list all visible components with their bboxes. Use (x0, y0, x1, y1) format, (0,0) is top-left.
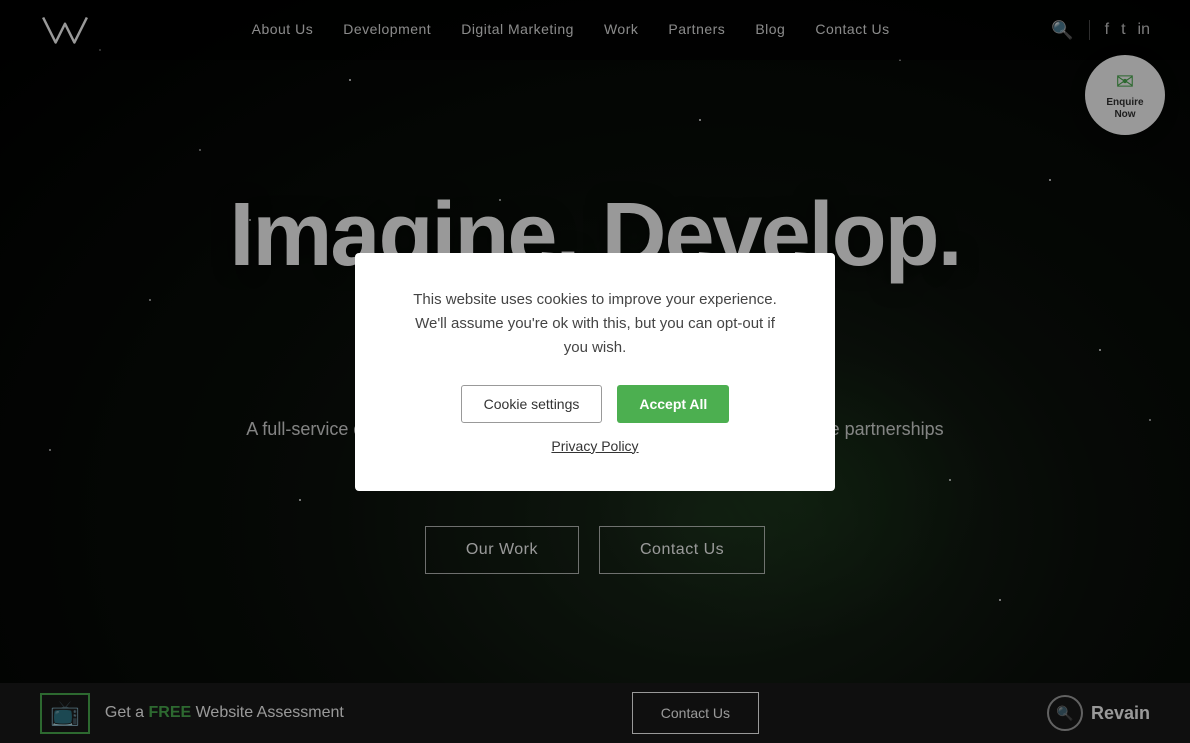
cookie-buttons: Cookie settings Accept All (405, 385, 785, 423)
accept-all-button[interactable]: Accept All (617, 385, 729, 423)
cookie-settings-button[interactable]: Cookie settings (461, 385, 603, 423)
cookie-modal: This website uses cookies to improve you… (355, 253, 835, 491)
privacy-policy-link[interactable]: Privacy Policy (551, 438, 638, 454)
cookie-message: This website uses cookies to improve you… (405, 288, 785, 360)
cookie-modal-overlay: This website uses cookies to improve you… (0, 0, 1190, 743)
